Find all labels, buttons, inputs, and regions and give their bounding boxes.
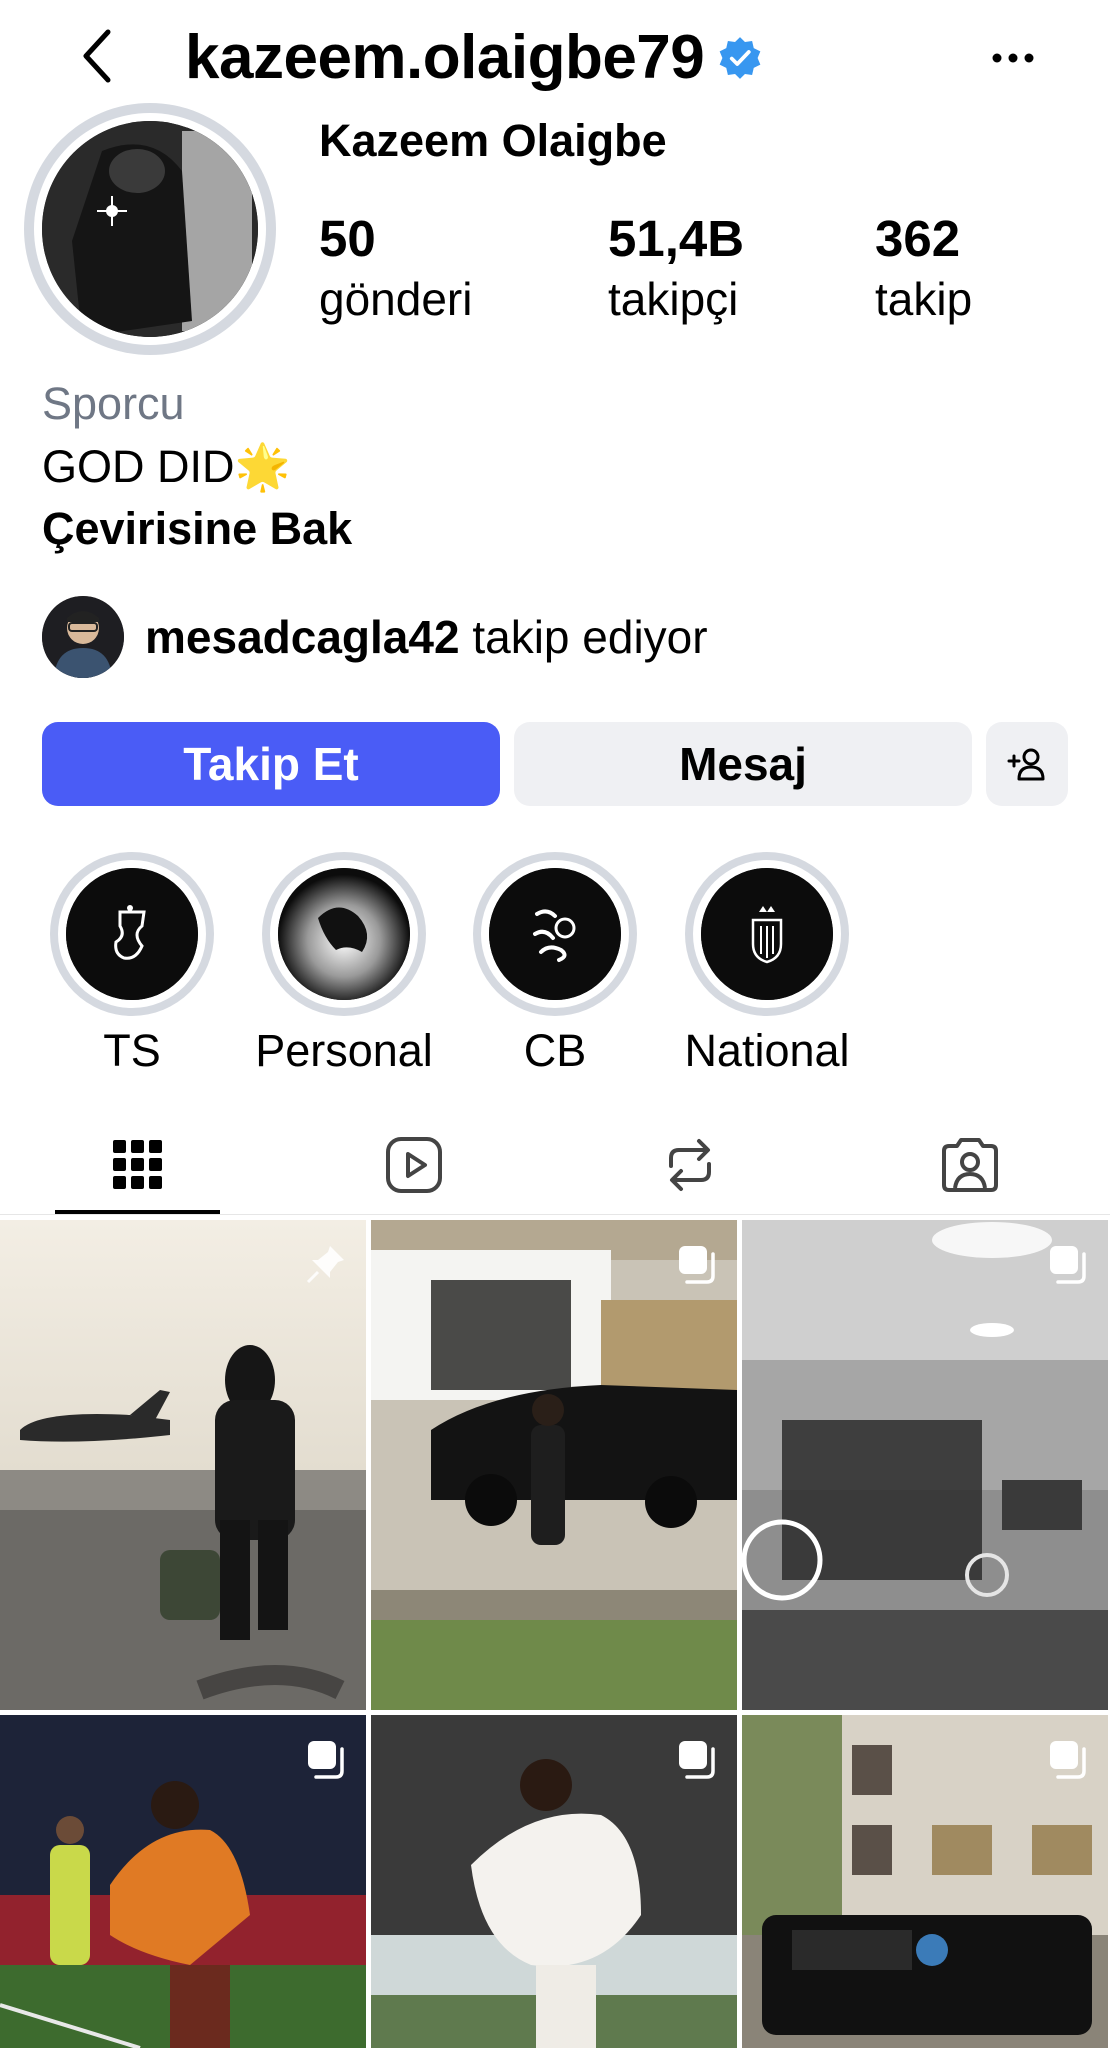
tab-tagged[interactable] (930, 1125, 1010, 1205)
highlight-ts-label: TS (103, 1025, 161, 1076)
carousel-icon (1050, 1246, 1086, 1284)
pinned-icon (306, 1246, 344, 1284)
followed-by-suffix: takip ediyor (459, 611, 708, 663)
highlight-personal[interactable] (262, 852, 426, 1016)
post-1-image (0, 1220, 366, 1710)
following-stat[interactable]: 362 takip (875, 213, 972, 322)
highlight-national-cover (701, 868, 833, 1000)
grid-post-5[interactable] (371, 1715, 737, 2048)
header-title: kazeem.olaigbe79 (185, 18, 762, 98)
grid-post-3[interactable] (742, 1220, 1108, 1710)
more-horizontal-icon (992, 53, 1034, 63)
following-label: takip (875, 273, 973, 325)
tab-reposts[interactable] (650, 1125, 730, 1205)
carousel-icon (679, 1246, 715, 1284)
highlight-national[interactable] (685, 852, 849, 1016)
followed-by-text[interactable]: mesadcagla42 takip ediyor (145, 610, 708, 664)
highlight-national-label: National (684, 1025, 850, 1076)
profile-avatar[interactable] (42, 121, 258, 337)
tab-reels[interactable] (374, 1125, 454, 1205)
highlight-personal-label: Personal (255, 1025, 433, 1076)
grid-icon (113, 1140, 162, 1189)
carousel-icon (1050, 1741, 1086, 1779)
highlight-ts[interactable] (50, 852, 214, 1016)
posts-label: gönderi (319, 273, 473, 325)
suggested-users-button[interactable] (986, 722, 1068, 806)
posts-stat[interactable]: 50 gönderi (319, 213, 472, 322)
posts-count: 50 (319, 210, 376, 267)
reposts-icon (669, 1139, 711, 1191)
highlight-cb-label: CB (523, 1025, 587, 1076)
carousel-icon (308, 1741, 344, 1779)
profile-bio: GOD DID🌟 (42, 441, 291, 492)
profile-category: Sporcu (42, 378, 185, 429)
grid-post-1[interactable] (0, 1220, 366, 1710)
carousel-icon (679, 1741, 715, 1779)
post-3-image (742, 1220, 1108, 1710)
chevron-left-icon (83, 29, 111, 83)
profile-username: kazeem.olaigbe79 (185, 23, 705, 92)
grid-post-2[interactable] (371, 1220, 737, 1710)
profile-full-name: Kazeem Olaigbe (319, 115, 667, 166)
highlight-cb[interactable] (473, 852, 637, 1016)
tab-posts-grid[interactable] (98, 1125, 178, 1205)
followers-stat[interactable]: 51,4B takipçi (608, 213, 744, 322)
avatar-photo (42, 121, 258, 337)
active-tab-indicator (55, 1210, 220, 1214)
highlight-personal-cover (278, 868, 410, 1000)
verified-badge-icon (719, 37, 761, 79)
add-person-icon (1007, 748, 1045, 781)
follow-button[interactable]: Takip Et (42, 722, 500, 806)
followed-by-avatar[interactable] (42, 596, 124, 678)
tabs-divider (0, 1214, 1110, 1215)
reels-icon (386, 1137, 442, 1193)
tagged-icon (942, 1138, 998, 1192)
highlight-ts-cover (66, 868, 198, 1000)
followed-by-username: mesadcagla42 (145, 611, 460, 663)
following-count: 362 (875, 210, 961, 267)
post-2-image (371, 1220, 737, 1710)
followers-label: takipçi (608, 273, 739, 325)
message-button[interactable]: Mesaj (514, 722, 972, 806)
see-translation-link[interactable]: Çevirisine Bak (42, 503, 352, 555)
grid-post-4[interactable] (0, 1715, 366, 2048)
back-button[interactable] (70, 28, 126, 84)
highlight-cb-cover (489, 868, 621, 1000)
followers-count: 51,4B (608, 210, 745, 267)
grid-post-6[interactable] (742, 1715, 1108, 2048)
more-options-button[interactable] (985, 40, 1041, 76)
